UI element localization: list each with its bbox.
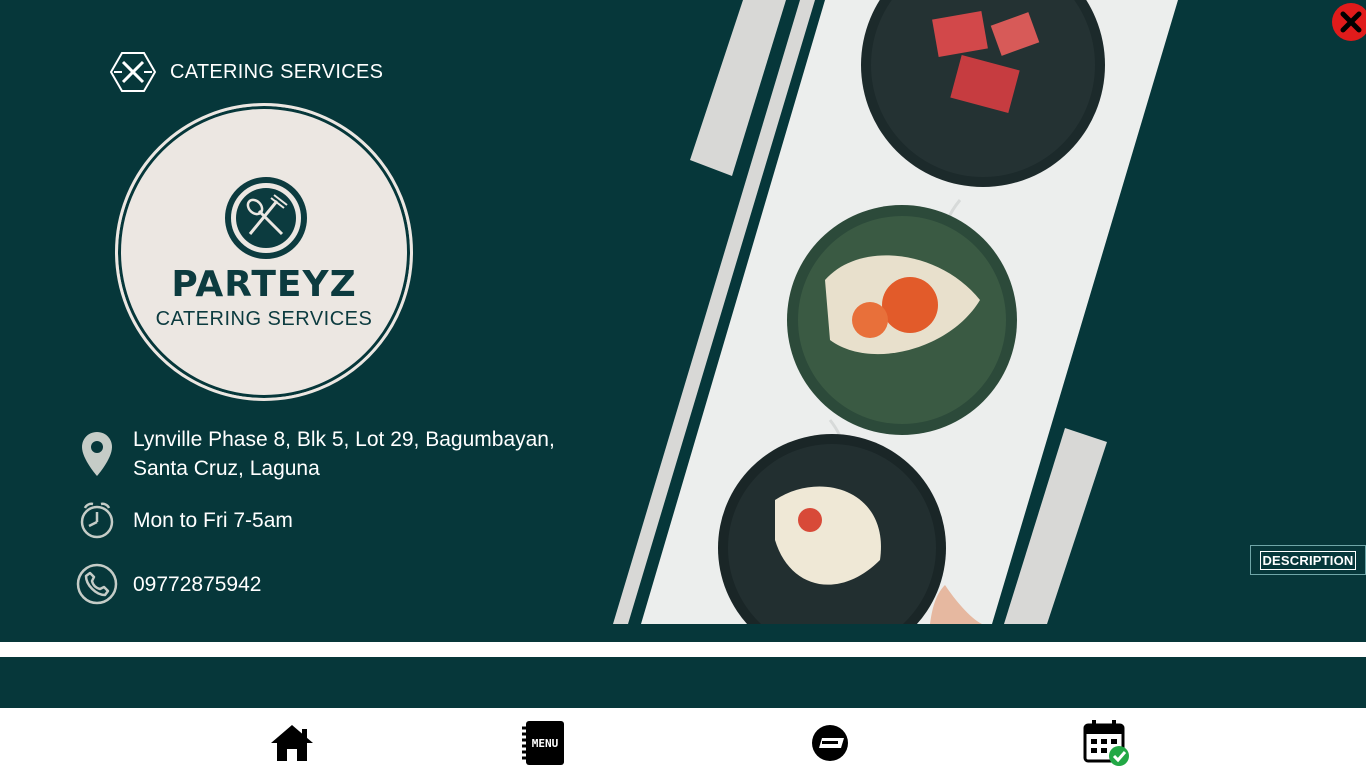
footer-strip <box>0 657 1366 708</box>
bottom-nav: MENU <box>0 708 1366 768</box>
brand-title: CATERING SERVICES <box>170 60 384 83</box>
nav-menu[interactable]: MENU <box>518 718 570 768</box>
address-line-2: Santa Cruz, Laguna <box>133 457 320 480</box>
food-photo <box>641 0 1178 624</box>
description-button[interactable]: DESCRIPTION <box>1250 545 1366 575</box>
divider-band <box>0 642 1366 657</box>
address-line-1: Lynville Phase 8, Blk 5, Lot 29, Bagumba… <box>133 428 555 451</box>
phone-row: 09772875942 <box>76 563 261 605</box>
nav-booking[interactable] <box>1080 718 1132 768</box>
hours-row: Mon to Fri 7-5am <box>76 500 293 540</box>
phone-icon <box>76 563 118 605</box>
reserved-sign-icon <box>812 725 848 761</box>
logo-wordmark: PARTEYZ <box>171 264 357 305</box>
menu-icon-label: MENU <box>532 737 559 750</box>
food-photo-collage <box>613 0 1178 624</box>
home-icon <box>271 725 313 761</box>
hours-text: Mon to Fri 7-5am <box>133 508 293 532</box>
decor-stripe-top <box>690 0 786 176</box>
close-icon <box>1340 11 1362 33</box>
address-text: Lynville Phase 8, Blk 5, Lot 29, Bagumba… <box>133 425 555 483</box>
alarm-clock-icon <box>80 502 114 539</box>
location-pin-icon <box>82 432 112 476</box>
description-label: DESCRIPTION <box>1260 550 1356 570</box>
brand-header: CATERING SERVICES <box>110 52 383 92</box>
crossed-utensils-icon <box>110 52 156 92</box>
phone-text: 09772875942 <box>133 572 262 596</box>
logo-subtitle: CATERING SERVICES <box>155 308 373 330</box>
spoon-fork-emblem-icon <box>225 177 307 259</box>
hero-section: CATERING SERVICES PARTEYZ CATERING SERVI… <box>0 0 1366 642</box>
calendar-check-icon <box>1083 720 1129 766</box>
nav-home[interactable] <box>266 718 318 768</box>
close-button[interactable] <box>1332 3 1366 41</box>
logo-badge: PARTEYZ CATERING SERVICES <box>115 103 413 401</box>
menu-book-icon: MENU <box>522 721 564 765</box>
address-row: Lynville Phase 8, Blk 5, Lot 29, Bagumba… <box>76 425 555 483</box>
nav-reservations[interactable] <box>804 718 856 768</box>
